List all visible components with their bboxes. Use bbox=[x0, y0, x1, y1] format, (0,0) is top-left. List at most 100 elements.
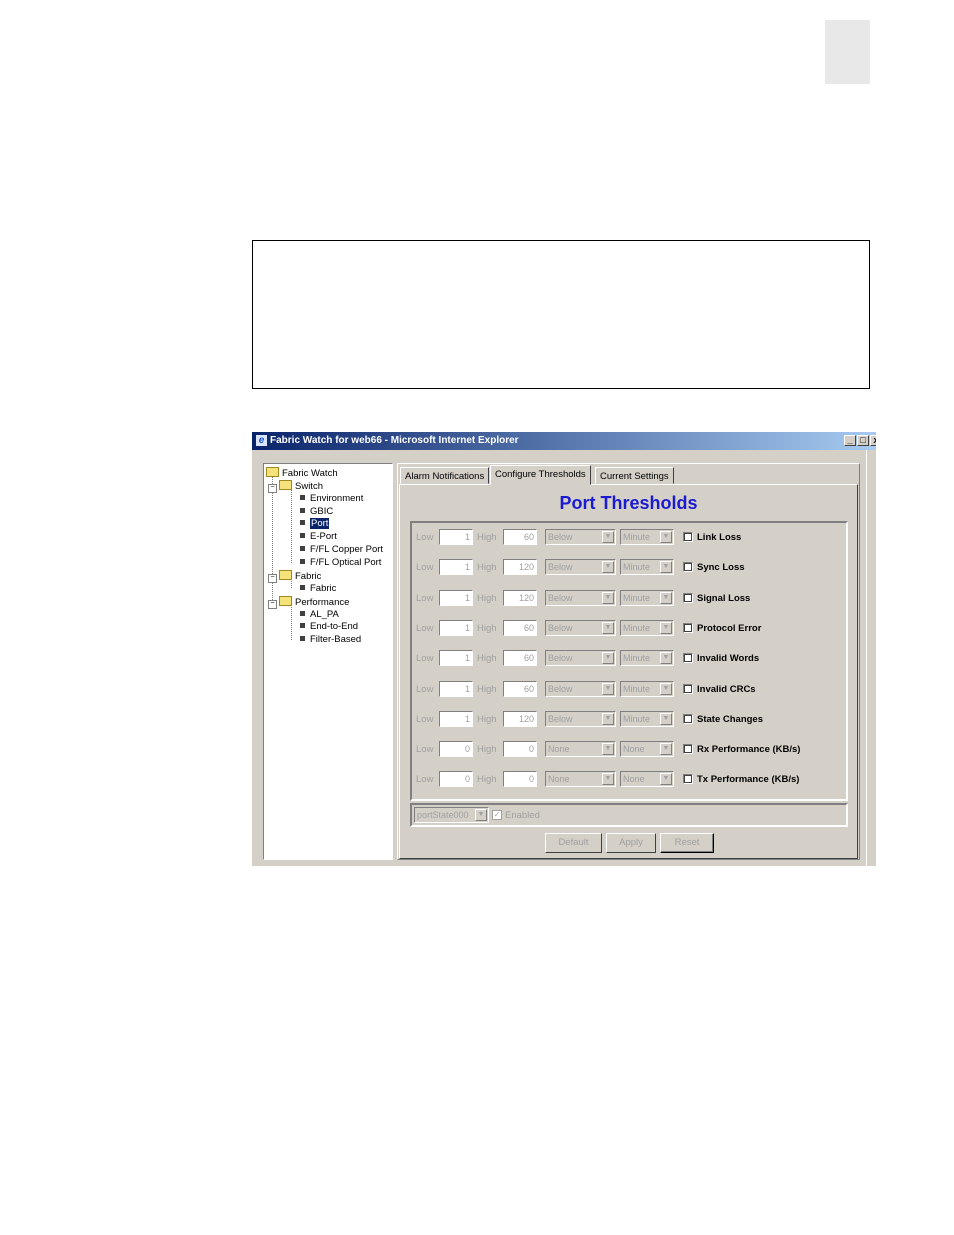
collapse-icon[interactable]: − bbox=[268, 574, 277, 583]
tree-root[interactable]: Fabric Watch bbox=[266, 467, 338, 479]
condition-select[interactable]: Below ▼ bbox=[545, 619, 616, 636]
port-select[interactable]: portState000 ▼ bbox=[414, 807, 489, 823]
condition-select[interactable]: Below ▼ bbox=[545, 650, 616, 667]
chevron-down-icon[interactable]: ▼ bbox=[602, 743, 614, 756]
apply-button[interactable]: Apply bbox=[606, 833, 656, 853]
threshold-checkbox[interactable] bbox=[683, 592, 693, 603]
threshold-row: Low 1 High 120 Below ▼ Minute ▼ Sync Loss bbox=[412, 557, 846, 577]
threshold-checkbox[interactable] bbox=[683, 653, 693, 664]
high-input[interactable]: 0 bbox=[503, 771, 537, 788]
low-input[interactable]: 1 bbox=[439, 529, 473, 545]
tree-item-e-port[interactable]: E-Port bbox=[300, 531, 337, 542]
low-label: Low bbox=[416, 744, 434, 756]
high-input[interactable]: 120 bbox=[503, 589, 537, 606]
low-input[interactable]: 1 bbox=[439, 710, 473, 727]
collapse-icon[interactable]: − bbox=[268, 600, 277, 609]
unit-select[interactable]: Minute ▼ bbox=[620, 619, 674, 636]
close-button[interactable]: x bbox=[870, 435, 876, 446]
low-input[interactable]: 1 bbox=[439, 589, 473, 606]
chevron-down-icon[interactable]: ▼ bbox=[602, 682, 614, 695]
tree-item-ffl-copper-port[interactable]: F/FL Copper Port bbox=[300, 544, 383, 555]
low-input[interactable]: 0 bbox=[439, 771, 473, 788]
low-input[interactable]: 1 bbox=[439, 650, 473, 667]
minimize-button[interactable]: _ bbox=[844, 435, 856, 446]
high-input[interactable]: 120 bbox=[503, 710, 537, 727]
threshold-label: State Changes bbox=[697, 713, 763, 725]
high-input[interactable]: 60 bbox=[503, 650, 537, 667]
threshold-checkbox[interactable] bbox=[683, 774, 693, 785]
chevron-down-icon[interactable]: ▼ bbox=[660, 621, 672, 634]
threshold-label: Signal Loss bbox=[697, 592, 751, 604]
high-input[interactable]: 0 bbox=[503, 741, 537, 758]
tree-node-performance[interactable]: − Performance bbox=[268, 596, 349, 609]
condition-select[interactable]: None ▼ bbox=[545, 741, 616, 758]
unit-select[interactable]: Minute ▼ bbox=[620, 589, 674, 606]
chevron-down-icon[interactable]: ▼ bbox=[660, 773, 672, 786]
unit-select[interactable]: Minute ▼ bbox=[620, 710, 674, 727]
reset-button[interactable]: Reset bbox=[660, 833, 714, 853]
chevron-down-icon[interactable]: ▼ bbox=[660, 682, 672, 695]
high-input[interactable]: 60 bbox=[503, 529, 537, 545]
chevron-down-icon[interactable]: ▼ bbox=[602, 621, 614, 634]
chevron-down-icon[interactable]: ▼ bbox=[660, 561, 672, 574]
chevron-down-icon[interactable]: ▼ bbox=[660, 743, 672, 756]
high-input[interactable]: 120 bbox=[503, 559, 537, 576]
chevron-down-icon[interactable]: ▼ bbox=[602, 591, 614, 604]
chevron-down-icon[interactable]: ▼ bbox=[602, 531, 614, 543]
tree-item-filter-based[interactable]: Filter-Based bbox=[300, 634, 361, 645]
collapse-icon[interactable]: − bbox=[268, 484, 277, 493]
threshold-checkbox[interactable] bbox=[683, 622, 693, 633]
tab-alarm-notifications[interactable]: Alarm Notifications bbox=[400, 467, 490, 484]
tab-configure-thresholds[interactable]: Configure Thresholds bbox=[490, 465, 591, 485]
threshold-checkbox[interactable] bbox=[683, 713, 693, 724]
tab-current-settings[interactable]: Current Settings bbox=[595, 467, 674, 484]
window-edge-scrollbar[interactable] bbox=[866, 450, 876, 866]
chevron-down-icon[interactable]: ▼ bbox=[660, 531, 672, 543]
tree-item-environment[interactable]: Environment bbox=[300, 493, 363, 504]
tree-node-switch[interactable]: − Switch bbox=[268, 480, 323, 493]
chevron-down-icon[interactable]: ▼ bbox=[602, 773, 614, 786]
unit-select[interactable]: None ▼ bbox=[620, 741, 674, 758]
condition-select[interactable]: Below ▼ bbox=[545, 589, 616, 606]
threshold-checkbox[interactable] bbox=[683, 683, 693, 694]
tree-panel: Fabric Watch − Switch Environment GBIC Po… bbox=[263, 463, 393, 860]
condition-select[interactable]: Below ▼ bbox=[545, 680, 616, 697]
condition-select[interactable]: Below ▼ bbox=[545, 529, 616, 545]
tree-item-end-to-end[interactable]: End-to-End bbox=[300, 621, 358, 632]
high-input[interactable]: 60 bbox=[503, 680, 537, 697]
condition-select[interactable]: Below ▼ bbox=[545, 559, 616, 576]
leaf-bullet-icon bbox=[300, 495, 305, 500]
tree-item-al-pa[interactable]: AL_PA bbox=[300, 609, 339, 620]
condition-select[interactable]: None ▼ bbox=[545, 771, 616, 788]
low-input[interactable]: 1 bbox=[439, 559, 473, 576]
low-input[interactable]: 0 bbox=[439, 741, 473, 758]
ie-icon: e bbox=[256, 435, 267, 446]
enabled-checkbox[interactable]: ✓ bbox=[492, 810, 502, 820]
chevron-down-icon[interactable]: ▼ bbox=[602, 561, 614, 574]
maximize-button[interactable]: □ bbox=[857, 435, 869, 446]
chevron-down-icon[interactable]: ▼ bbox=[660, 591, 672, 604]
unit-select[interactable]: None ▼ bbox=[620, 771, 674, 788]
chevron-down-icon[interactable]: ▼ bbox=[475, 809, 487, 821]
tree-item-port[interactable]: Port bbox=[300, 518, 330, 529]
chevron-down-icon[interactable]: ▼ bbox=[660, 652, 672, 665]
unit-select[interactable]: Minute ▼ bbox=[620, 559, 674, 576]
chevron-down-icon[interactable]: ▼ bbox=[602, 712, 614, 725]
condition-select[interactable]: Below ▼ bbox=[545, 710, 616, 727]
chevron-down-icon[interactable]: ▼ bbox=[602, 652, 614, 665]
default-button[interactable]: Default bbox=[545, 833, 602, 853]
tree-item-fabric[interactable]: Fabric bbox=[300, 583, 336, 594]
threshold-checkbox[interactable] bbox=[683, 532, 693, 542]
unit-select[interactable]: Minute ▼ bbox=[620, 680, 674, 697]
low-input[interactable]: 1 bbox=[439, 680, 473, 697]
threshold-checkbox[interactable] bbox=[683, 562, 693, 573]
unit-select[interactable]: Minute ▼ bbox=[620, 650, 674, 667]
unit-select[interactable]: Minute ▼ bbox=[620, 529, 674, 545]
high-input[interactable]: 60 bbox=[503, 619, 537, 636]
tree-item-gbic[interactable]: GBIC bbox=[300, 506, 333, 517]
threshold-checkbox[interactable] bbox=[683, 744, 693, 755]
tree-node-fabric[interactable]: − Fabric bbox=[268, 570, 321, 583]
low-input[interactable]: 1 bbox=[439, 619, 473, 636]
tree-item-ffl-optical-port[interactable]: F/FL Optical Port bbox=[300, 557, 381, 568]
chevron-down-icon[interactable]: ▼ bbox=[660, 712, 672, 725]
